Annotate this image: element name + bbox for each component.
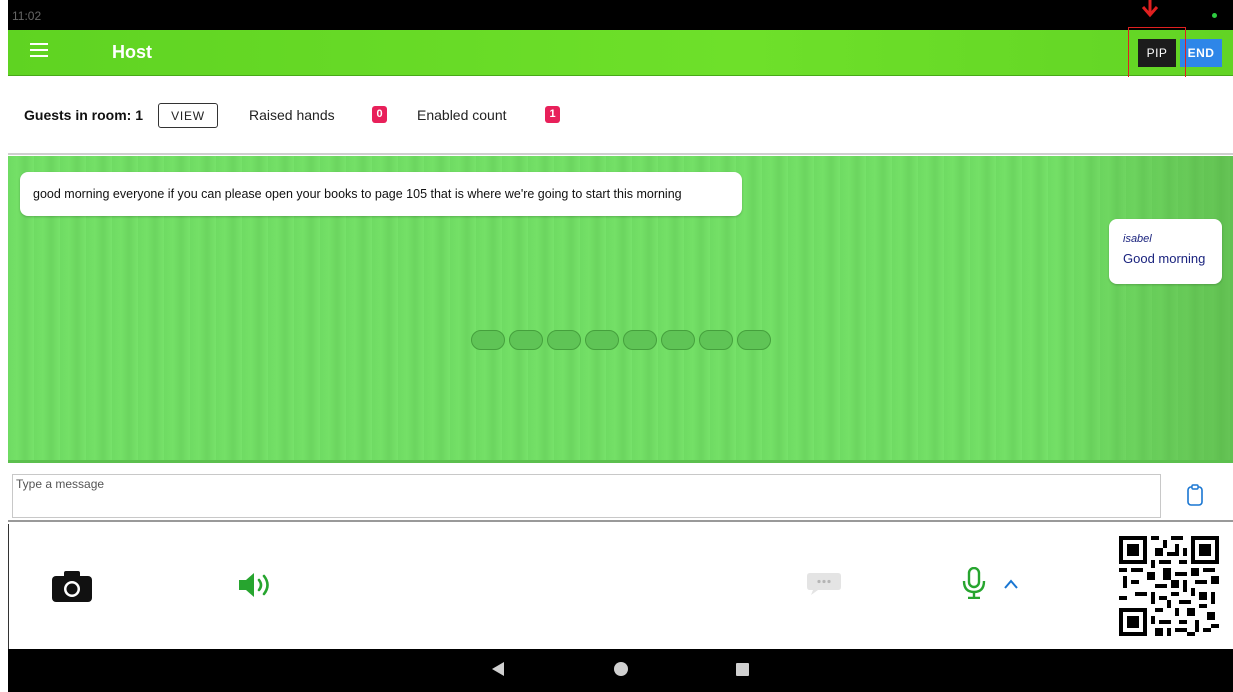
chat-sender-name: isabel	[1123, 233, 1152, 245]
page-title: Host	[112, 42, 152, 62]
enabled-count-badge: 1	[545, 106, 560, 123]
message-input-row	[8, 467, 1233, 522]
app-bar: Host PIP END	[8, 30, 1233, 76]
pip-button[interactable]: PIP	[1138, 39, 1176, 67]
back-icon[interactable]	[491, 661, 505, 677]
status-bar: 11:02	[8, 0, 1233, 30]
guests-in-room-label: Guests in room: 1	[24, 107, 144, 123]
raised-hands-label: Raised hands	[249, 107, 335, 123]
speaker-icon[interactable]	[237, 571, 277, 599]
raised-hands-badge: 0	[372, 106, 387, 123]
chat-message-text: Good morning	[1123, 251, 1206, 266]
recent-apps-icon[interactable]	[736, 663, 749, 676]
enabled-count-label: Enabled count	[417, 107, 507, 123]
loading-indicator	[471, 330, 771, 350]
menu-icon[interactable]	[30, 43, 48, 57]
camera-icon[interactable]	[51, 570, 93, 602]
chat-message-bubble: isabel Good morning	[1109, 219, 1222, 284]
caption-bubble: good morning everyone if you can please …	[20, 172, 742, 216]
device-screen: 11:02 Host PIP END Guests in room: 1 VIE…	[8, 0, 1233, 692]
status-time: 11:02	[12, 9, 42, 23]
room-info-bar: Guests in room: 1 VIEW Raised hands 0 En…	[8, 77, 1233, 155]
chat-icon[interactable]	[806, 571, 842, 597]
qr-code	[1119, 536, 1219, 636]
home-icon[interactable]	[614, 662, 628, 676]
message-input[interactable]	[12, 474, 1161, 518]
video-area: good morning everyone if you can please …	[8, 156, 1233, 463]
microphone-icon[interactable]	[961, 567, 987, 599]
end-button[interactable]: END	[1180, 39, 1222, 67]
system-nav-bar	[8, 649, 1233, 692]
clipboard-icon[interactable]	[1187, 484, 1203, 506]
view-guests-button[interactable]: VIEW	[158, 103, 218, 128]
arrow-down-icon	[1141, 0, 1159, 18]
chevron-up-icon[interactable]	[1003, 578, 1019, 590]
bottom-toolbar	[8, 524, 1233, 649]
status-indicator-icon	[1212, 13, 1217, 18]
